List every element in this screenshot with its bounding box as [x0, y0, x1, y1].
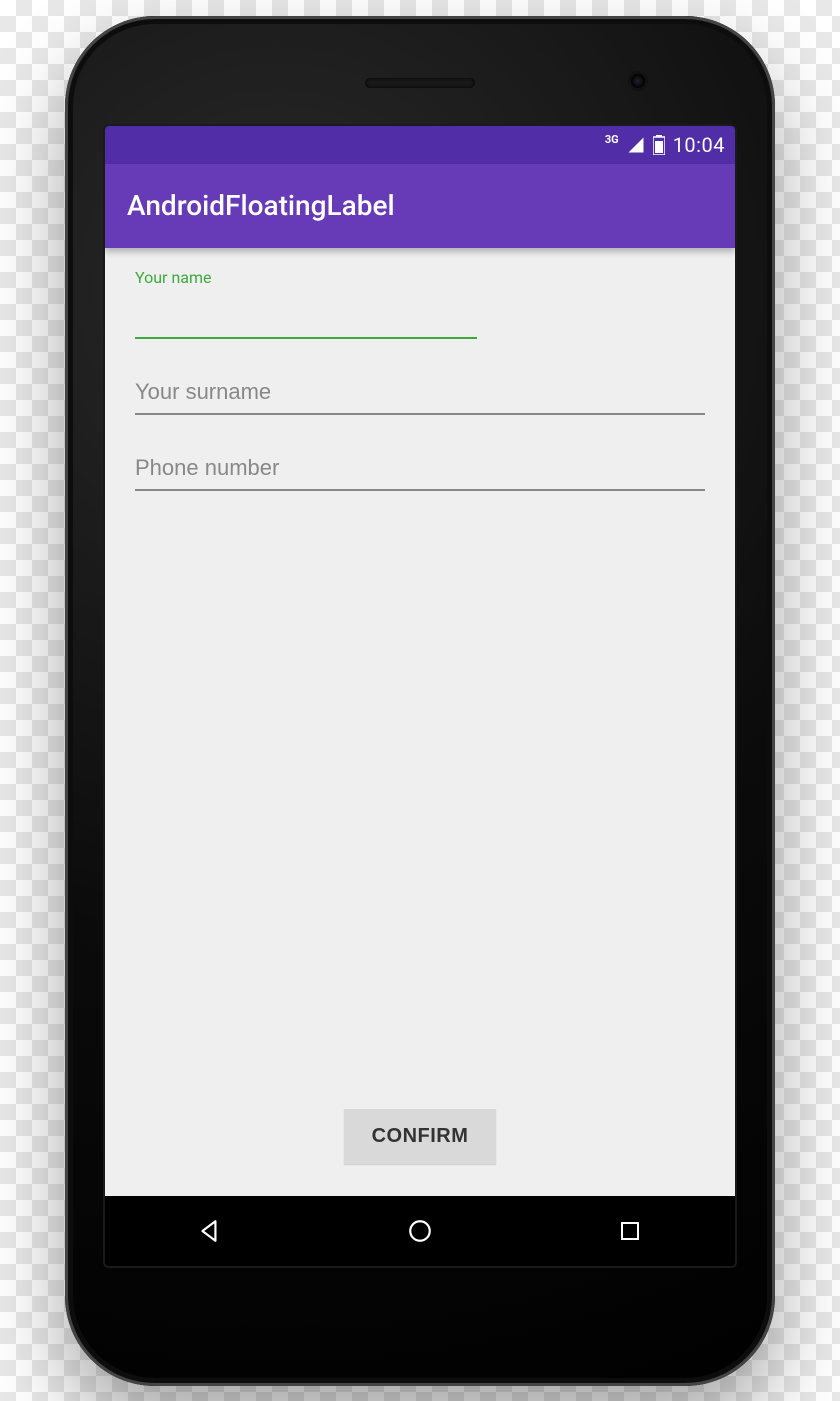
network-label: 3G: [605, 134, 619, 155]
form-content: Your name CONFIRM: [105, 248, 735, 1196]
earpiece: [365, 78, 475, 88]
signal-icon: [627, 136, 645, 154]
name-floating-label: Your name: [135, 268, 477, 287]
status-clock: 10:04: [673, 133, 725, 157]
confirm-wrap: CONFIRM: [135, 1085, 705, 1196]
spacer: [135, 525, 705, 1085]
navigation-bar: [105, 1196, 735, 1266]
device-frame: 3G 10:04 AndroidFloatingLabel Your name: [65, 16, 775, 1386]
screen: 3G 10:04 AndroidFloatingLabel Your name: [105, 126, 735, 1266]
back-triangle-icon: [197, 1218, 223, 1244]
name-field: Your name: [135, 268, 477, 339]
recent-square-icon: [618, 1219, 642, 1243]
app-title: AndroidFloatingLabel: [127, 189, 395, 222]
confirm-button[interactable]: CONFIRM: [344, 1109, 497, 1164]
phone-field: [135, 449, 705, 491]
front-camera: [631, 74, 645, 88]
phone-input[interactable]: [135, 449, 705, 491]
app-bar: AndroidFloatingLabel: [105, 164, 735, 248]
surname-field: [135, 373, 705, 415]
battery-icon: [653, 135, 665, 155]
nav-back-button[interactable]: [170, 1206, 250, 1256]
name-input[interactable]: [135, 297, 477, 339]
nav-recent-button[interactable]: [590, 1206, 670, 1256]
home-circle-icon: [407, 1218, 433, 1244]
surname-input[interactable]: [135, 373, 705, 415]
status-bar: 3G 10:04: [105, 126, 735, 164]
nav-home-button[interactable]: [380, 1206, 460, 1256]
